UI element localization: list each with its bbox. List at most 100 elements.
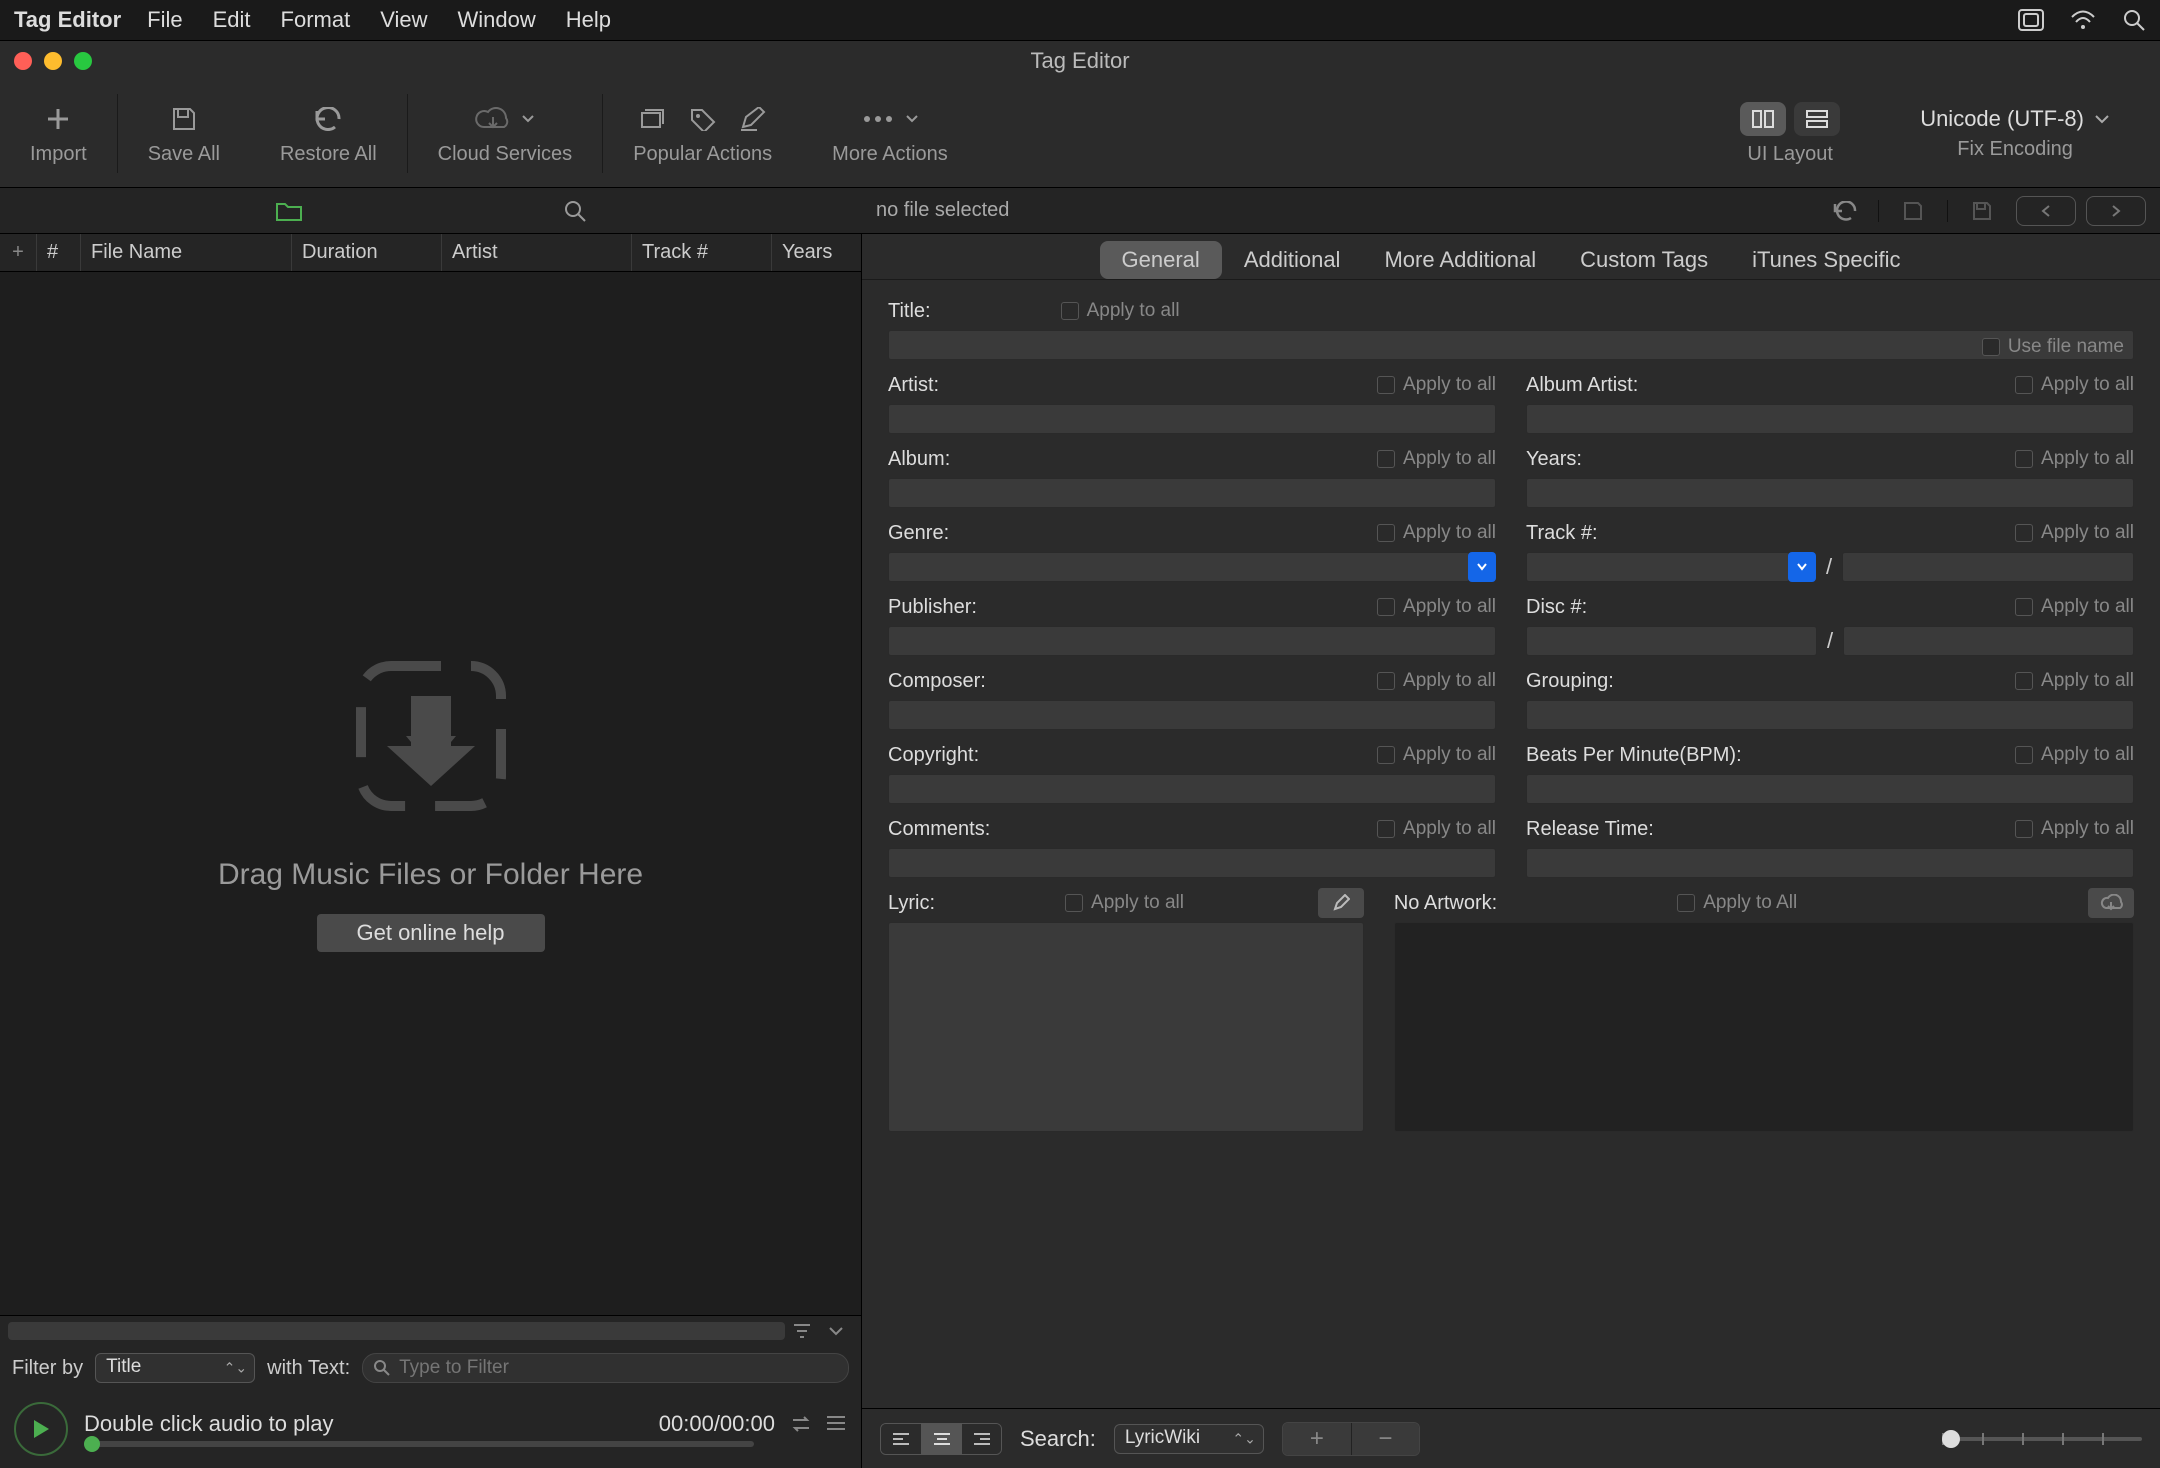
import-label: Import (30, 143, 87, 166)
years-input[interactable] (1526, 478, 2134, 508)
stage-manager-icon[interactable] (2018, 9, 2044, 31)
publisher-apply-all[interactable]: Apply to all (1377, 596, 1496, 618)
grouping-input[interactable] (1526, 700, 2134, 730)
prev-button[interactable] (2016, 196, 2076, 226)
menu-window[interactable]: Window (458, 7, 536, 33)
col-years[interactable]: Years (771, 234, 861, 271)
album-artist-apply-all[interactable]: Apply to all (2015, 374, 2134, 396)
lyric-textarea[interactable] (888, 922, 1364, 1132)
col-artist[interactable]: Artist (441, 234, 631, 271)
play-button[interactable] (14, 1402, 68, 1456)
hscrollbar[interactable] (8, 1322, 785, 1340)
save-2-button (1962, 195, 2002, 227)
tab-custom-tags[interactable]: Custom Tags (1558, 241, 1730, 279)
more-actions-button[interactable]: More Actions (802, 80, 978, 187)
encoding-dropdown[interactable]: Unicode (UTF-8) (1900, 106, 2130, 132)
track-num-input[interactable] (1526, 552, 1790, 582)
search-icon[interactable] (563, 199, 587, 223)
filter-input[interactable] (362, 1353, 849, 1383)
menu-view[interactable]: View (380, 7, 427, 33)
minus-button[interactable]: − (1351, 1423, 1419, 1455)
add-row-button[interactable]: + (0, 241, 36, 264)
tab-more-additional[interactable]: More Additional (1362, 241, 1558, 279)
track-dropdown-button[interactable] (1788, 552, 1816, 582)
artist-input[interactable] (888, 404, 1496, 434)
tab-itunes[interactable]: iTunes Specific (1730, 241, 1922, 279)
layout-columns-button[interactable] (1740, 102, 1786, 136)
align-center-button[interactable] (921, 1424, 961, 1454)
window-zoom[interactable] (74, 52, 92, 70)
align-left-button[interactable] (881, 1424, 921, 1454)
release-time-apply-all[interactable]: Apply to all (2015, 818, 2134, 840)
menu-edit[interactable]: Edit (213, 7, 251, 33)
copyright-apply-all[interactable]: Apply to all (1377, 744, 1496, 766)
wifi-icon[interactable] (2070, 10, 2096, 30)
lyric-apply-all[interactable]: Apply to all (1065, 892, 1184, 914)
edit-lyric-button[interactable] (1318, 888, 1364, 918)
search-source-select[interactable]: LyricWiki ⌃⌄ (1114, 1424, 1264, 1454)
menu-format[interactable]: Format (281, 7, 351, 33)
release-time-input[interactable] (1526, 848, 2134, 878)
folder-icon[interactable] (275, 200, 303, 222)
title-apply-all[interactable]: Apply to all (1061, 300, 1180, 322)
composer-apply-all[interactable]: Apply to all (1377, 670, 1496, 692)
track-total-input[interactable] (1842, 552, 2134, 582)
genre-dropdown-button[interactable] (1468, 552, 1496, 582)
grouping-apply-all[interactable]: Apply to all (2015, 670, 2134, 692)
album-input[interactable] (888, 478, 1496, 508)
filter-icon[interactable] (785, 1319, 819, 1343)
col-track[interactable]: Track # (631, 234, 771, 271)
repeat-icon[interactable] (789, 1414, 813, 1434)
bpm-apply-all[interactable]: Apply to all (2015, 744, 2134, 766)
track-apply-all[interactable]: Apply to all (2015, 522, 2134, 544)
window-close[interactable] (14, 52, 32, 70)
next-button[interactable] (2086, 196, 2146, 226)
spotlight-icon[interactable] (2122, 8, 2146, 32)
artist-apply-all[interactable]: Apply to all (1377, 374, 1496, 396)
undo-button[interactable] (1824, 195, 1864, 227)
disc-num-input[interactable] (1526, 626, 1817, 656)
align-right-button[interactable] (961, 1424, 1001, 1454)
use-file-name[interactable]: Use file name (1982, 336, 2124, 358)
zoom-slider[interactable] (1942, 1437, 2142, 1441)
cloud-services-button[interactable]: Cloud Services (408, 80, 603, 187)
menu-file[interactable]: File (147, 7, 182, 33)
chevron-down-icon[interactable] (819, 1319, 853, 1343)
album-apply-all[interactable]: Apply to all (1377, 448, 1496, 470)
col-filename[interactable]: File Name (80, 234, 291, 271)
col-duration[interactable]: Duration (291, 234, 441, 271)
composer-input[interactable] (888, 700, 1496, 730)
filter-field-select[interactable]: Title ⌃⌄ (95, 1353, 255, 1383)
artwork-apply-all[interactable]: Apply to All (1677, 892, 1797, 914)
window-minimize[interactable] (44, 52, 62, 70)
seek-bar[interactable] (84, 1441, 754, 1447)
tab-additional[interactable]: Additional (1222, 241, 1363, 279)
publisher-input[interactable] (888, 626, 1496, 656)
years-apply-all[interactable]: Apply to all (2015, 448, 2134, 470)
restore-all-button[interactable]: Restore All (250, 80, 407, 187)
comments-apply-all[interactable]: Apply to all (1377, 818, 1496, 840)
drop-zone[interactable]: Drag Music Files or Folder Here Get onli… (0, 272, 861, 1315)
menu-help[interactable]: Help (566, 7, 611, 33)
download-artwork-button[interactable] (2088, 888, 2134, 918)
import-button[interactable]: Import (0, 80, 117, 187)
plus-button[interactable]: + (1283, 1423, 1351, 1455)
save-all-button[interactable]: Save All (118, 80, 250, 187)
copyright-input[interactable] (888, 774, 1496, 804)
popular-actions-button[interactable]: Popular Actions (603, 80, 802, 187)
title-input[interactable] (888, 330, 2134, 360)
album-artist-input[interactable] (1526, 404, 2134, 434)
tab-general[interactable]: General (1100, 241, 1222, 279)
get-help-button[interactable]: Get online help (317, 914, 545, 952)
layout-rows-button[interactable] (1794, 102, 1840, 136)
bpm-input[interactable] (1526, 774, 2134, 804)
col-number[interactable]: # (36, 234, 80, 271)
comments-input[interactable] (888, 848, 1496, 878)
artwork-box[interactable] (1394, 922, 2134, 1132)
disc-total-input[interactable] (1843, 626, 2134, 656)
app-name: Tag Editor (14, 7, 121, 33)
genre-input[interactable] (888, 552, 1470, 582)
disc-apply-all[interactable]: Apply to all (2015, 596, 2134, 618)
genre-apply-all[interactable]: Apply to all (1377, 522, 1496, 544)
list-icon[interactable] (825, 1414, 847, 1434)
